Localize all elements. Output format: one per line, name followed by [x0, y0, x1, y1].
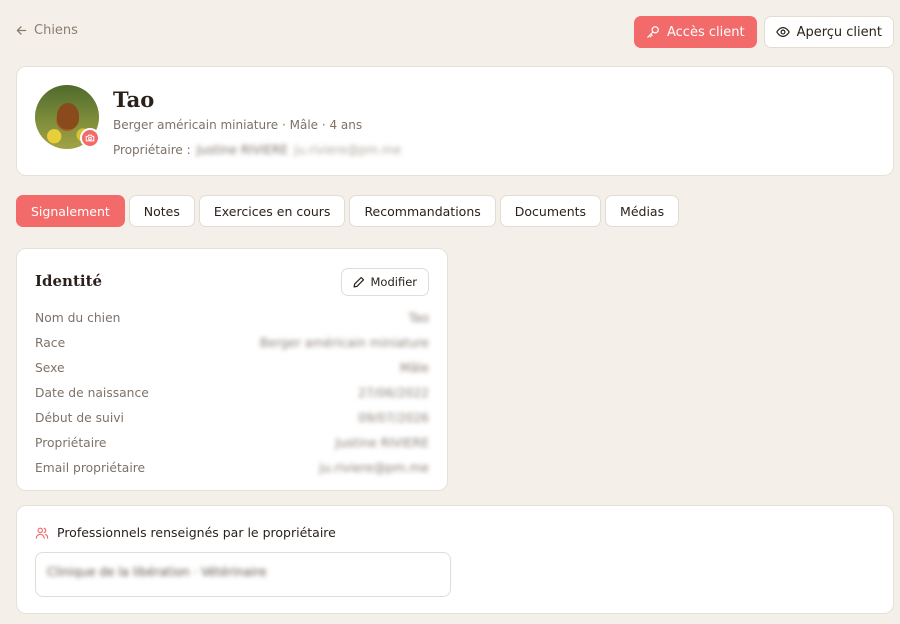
- field-value: Mâle: [399, 361, 429, 376]
- dog-name: Tao: [113, 87, 155, 112]
- professionals-card: Professionnels renseignés par le proprié…: [16, 505, 894, 614]
- key-icon: [647, 26, 659, 38]
- identity-fields: Nom du chien Tao Race Berger américain m…: [35, 306, 429, 480]
- owner-name: Justine RIVIERE: [196, 143, 288, 157]
- field-value: ju.riviere@pm.me: [319, 460, 429, 475]
- field-label: Email propriétaire: [35, 460, 146, 475]
- users-icon: [35, 527, 49, 539]
- identity-title: Identité: [35, 272, 103, 290]
- field-label: Date de naissance: [35, 386, 149, 401]
- edit-label: Modifier: [370, 275, 418, 289]
- tab-bar: Signalement Notes Exercices en cours Rec…: [16, 195, 680, 227]
- tab-notes[interactable]: Notes: [128, 195, 195, 227]
- top-bar: Chiens Accès client Aperçu client: [16, 16, 894, 48]
- field-row: Nom du chien Tao: [35, 306, 429, 331]
- field-label: Début de suivi: [35, 411, 124, 425]
- field-row: Propriétaire Justine RIVIERE: [35, 430, 429, 455]
- tab-documents[interactable]: Documents: [499, 195, 602, 227]
- field-value: 27/06/2022: [358, 386, 429, 401]
- client-preview-label: Aperçu client: [796, 24, 882, 40]
- top-actions: Accès client Aperçu client: [633, 16, 894, 48]
- owner-email: ju.riviere@pm.me: [293, 143, 402, 157]
- professionals-title: Professionnels renseignés par le proprié…: [57, 525, 336, 540]
- owner-line: Propriétaire : Justine RIVIERE ju.rivier…: [113, 143, 401, 157]
- dog-meta: Berger américain miniature · Mâle · 4 an…: [113, 118, 363, 132]
- field-label: Propriétaire: [35, 435, 107, 450]
- camera-icon: [85, 134, 95, 142]
- tab-signalement[interactable]: Signalement: [16, 195, 125, 227]
- back-link[interactable]: Chiens: [16, 23, 78, 38]
- identity-card: Identité Modifier Nom du chien Tao Race …: [16, 248, 448, 491]
- professional-item[interactable]: Clinique de la libération · Vétérinaire: [35, 552, 451, 597]
- field-row: Race Berger américain miniature: [35, 331, 429, 356]
- field-value: Justine RIVIERE: [335, 435, 429, 450]
- tab-medias[interactable]: Médias: [605, 195, 680, 227]
- tab-exercices[interactable]: Exercices en cours: [198, 195, 346, 227]
- field-value: 09/07/2026: [358, 411, 429, 425]
- back-link-label: Chiens: [34, 23, 78, 38]
- tab-recommandations[interactable]: Recommandations: [349, 195, 496, 227]
- field-value: Tao: [408, 311, 429, 326]
- owner-label: Propriétaire :: [113, 143, 191, 157]
- client-access-label: Accès client: [666, 24, 745, 40]
- pencil-icon: [353, 276, 364, 288]
- field-label: Sexe: [35, 361, 65, 376]
- client-preview-button[interactable]: Aperçu client: [763, 16, 894, 48]
- change-photo-button[interactable]: [80, 128, 100, 148]
- field-value: Berger américain miniature: [259, 336, 429, 351]
- professionals-header: Professionnels renseignés par le proprié…: [35, 525, 336, 540]
- eye-icon: [775, 27, 790, 37]
- edit-identity-button[interactable]: Modifier: [340, 268, 429, 296]
- field-row: Début de suivi 09/07/2026: [35, 406, 429, 431]
- field-row: Date de naissance 27/06/2022: [35, 381, 429, 406]
- client-access-button[interactable]: Accès client: [633, 16, 757, 48]
- field-row: Email propriétaire ju.riviere@pm.me: [35, 455, 429, 480]
- dog-profile-card: Tao Berger américain miniature · Mâle · …: [16, 66, 894, 176]
- professional-item-label: Clinique de la libération · Vétérinaire: [47, 565, 267, 579]
- arrow-left-icon: [16, 26, 27, 35]
- field-row: Sexe Mâle: [35, 356, 429, 381]
- field-label: Nom du chien: [35, 311, 121, 326]
- avatar-photo-detail: [57, 103, 79, 129]
- field-label: Race: [35, 336, 66, 351]
